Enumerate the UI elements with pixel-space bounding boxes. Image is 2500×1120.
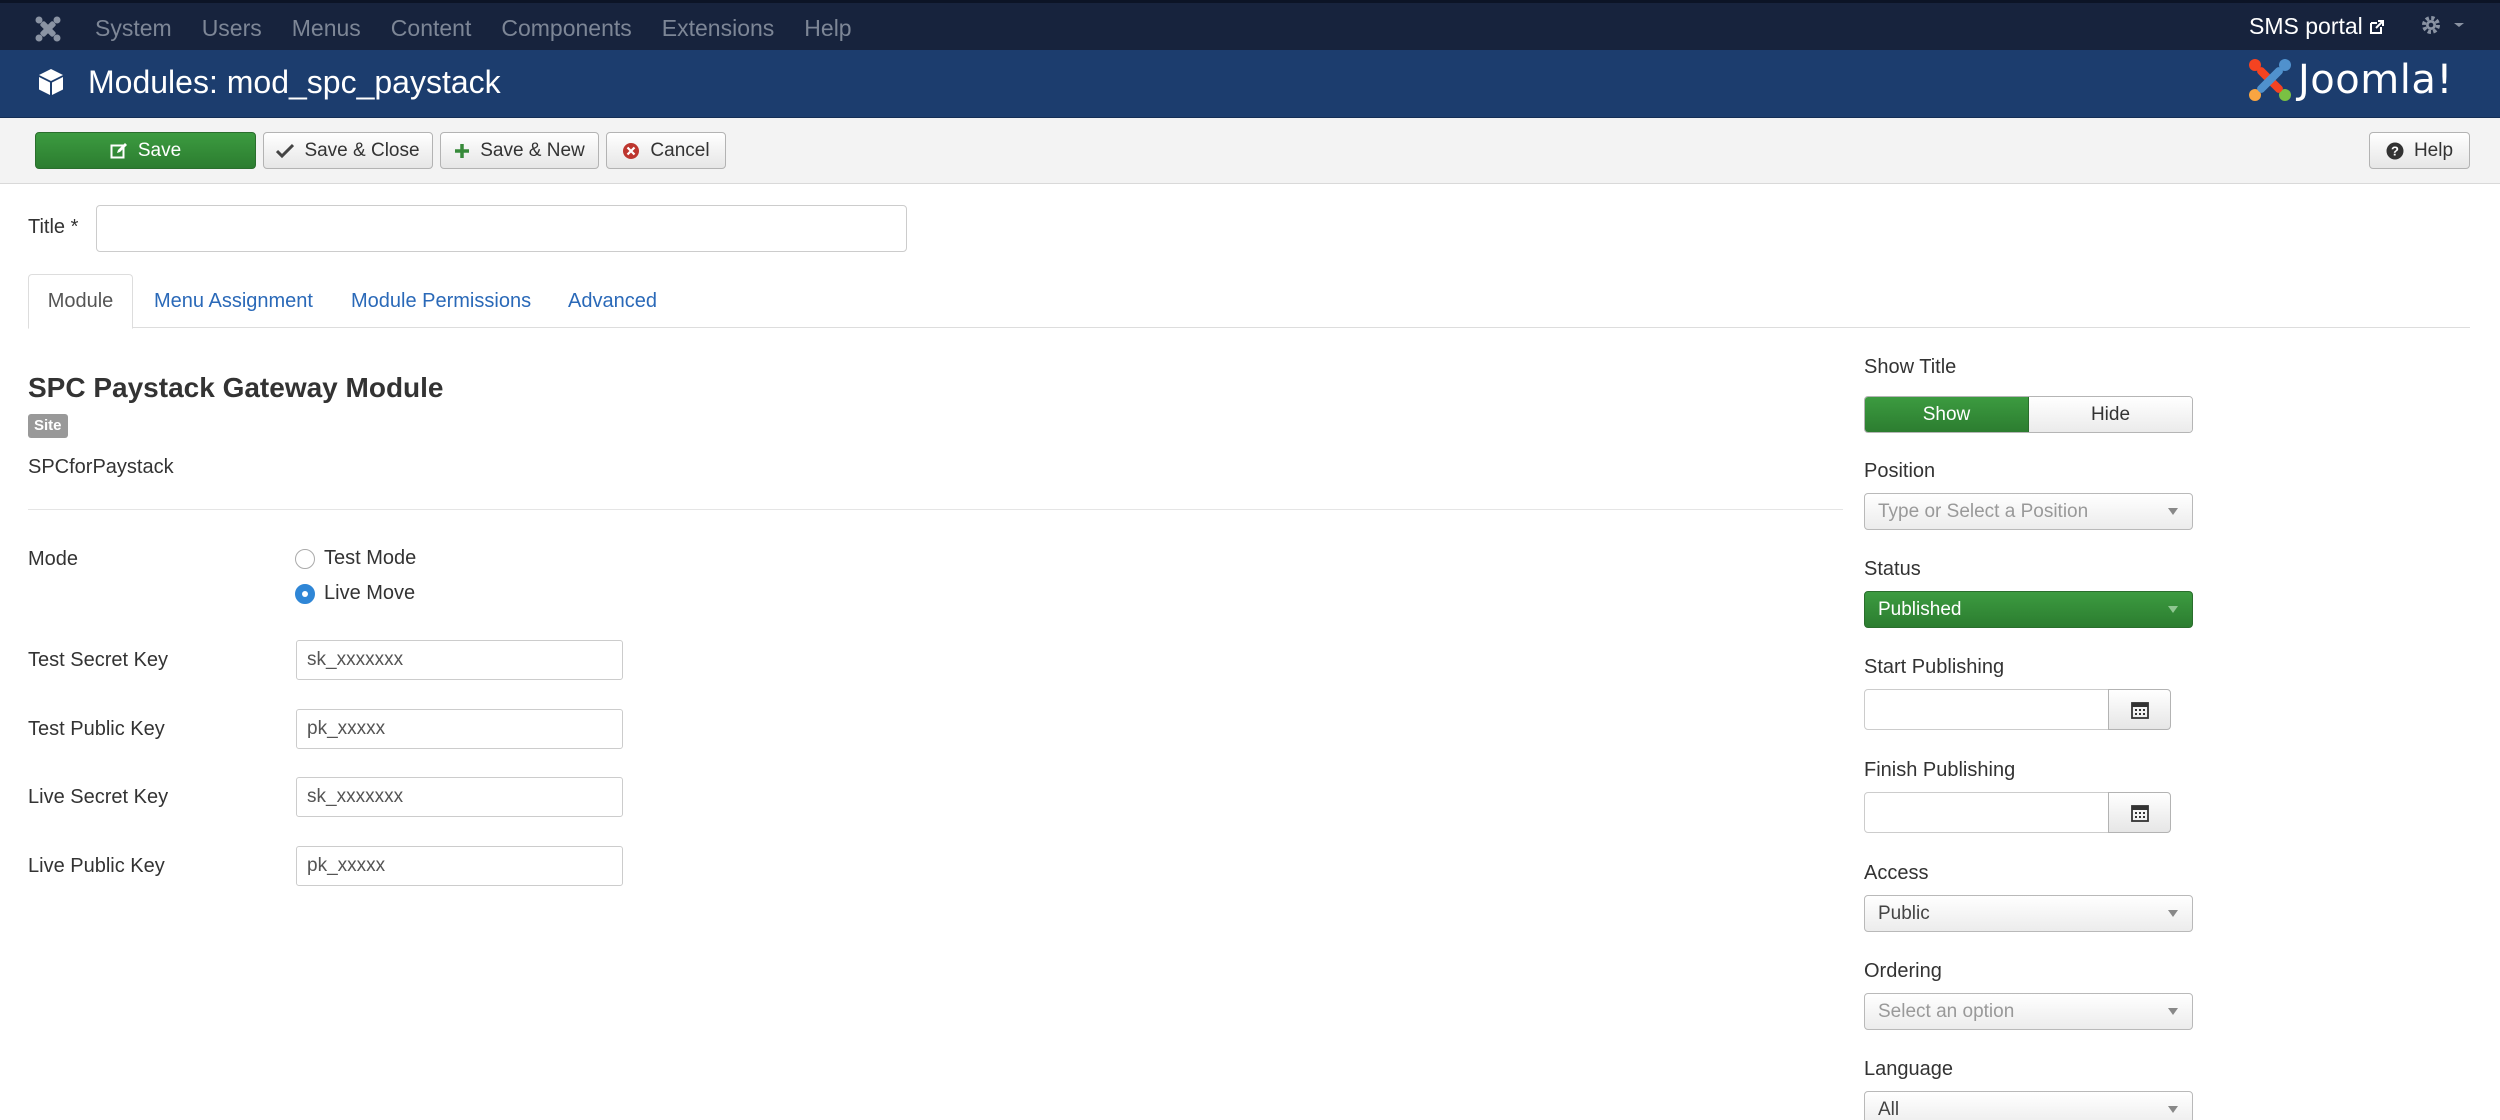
radio-unchecked[interactable] <box>295 548 315 569</box>
question-circle-icon: ? <box>2386 142 2404 159</box>
save-close-label: Save & Close <box>304 139 420 161</box>
save-button[interactable]: Save <box>35 132 256 169</box>
caret-down-icon <box>2168 606 2178 613</box>
start-publishing-input[interactable] <box>1864 689 2109 730</box>
menu-system[interactable]: System <box>95 15 172 42</box>
status-select[interactable]: Published <box>1864 591 2193 628</box>
tab-advanced[interactable]: Advanced <box>568 274 657 329</box>
access-label: Access <box>1864 862 1929 884</box>
help-button[interactable]: ? Help <box>2369 132 2470 169</box>
save-close-button[interactable]: Save & Close <box>263 132 433 169</box>
language-value: All <box>1878 1098 1900 1120</box>
ordering-placeholder: Select an option <box>1878 1000 2015 1022</box>
site-badge: Site <box>28 414 68 438</box>
joomla-wordmark: Joomla! <box>2298 57 2453 103</box>
tab-menu-assignment[interactable]: Menu Assignment <box>154 274 313 329</box>
caret-down-icon <box>2168 1008 2178 1015</box>
calendar-icon <box>2130 804 2149 822</box>
caret-down-icon <box>2168 508 2178 515</box>
chevron-down-icon <box>2454 23 2464 27</box>
cube-icon <box>39 69 63 95</box>
live-public-key-label: Live Public Key <box>28 855 165 877</box>
menu-help[interactable]: Help <box>804 15 851 42</box>
save-label: Save <box>137 139 182 161</box>
settings-dropdown[interactable] <box>2420 14 2466 36</box>
show-title-label: Show Title <box>1864 356 1957 378</box>
finish-publishing-label: Finish Publishing <box>1864 759 2016 781</box>
cancel-circle-icon <box>623 142 640 159</box>
gear-icon <box>2422 16 2440 34</box>
finish-publishing-calendar-button[interactable] <box>2108 792 2171 833</box>
edit-icon <box>110 142 127 158</box>
caret-down-icon <box>2168 910 2178 917</box>
plus-icon <box>455 143 470 158</box>
show-button[interactable]: Show <box>1865 397 2029 432</box>
menu-users[interactable]: Users <box>202 15 262 42</box>
finish-publishing-input[interactable] <box>1864 792 2109 833</box>
position-select[interactable]: Type or Select a Position <box>1864 493 2193 530</box>
caret-down-icon <box>2168 1106 2178 1113</box>
top-navbar: System Users Menus Content Components Ex… <box>0 0 2500 50</box>
help-label: Help <box>2413 139 2454 161</box>
mode-option-live[interactable]: Live Move <box>295 582 415 605</box>
page-title: Modules: mod_spc_paystack <box>88 64 501 100</box>
start-publishing-label: Start Publishing <box>1864 656 2005 678</box>
menu-content[interactable]: Content <box>391 15 472 42</box>
site-link-label: SMS portal <box>2249 13 2363 39</box>
mode-option-test-label: Test Mode <box>324 547 417 569</box>
divider <box>28 509 1843 510</box>
test-secret-key-label: Test Secret Key <box>28 649 169 671</box>
test-public-key-label: Test Public Key <box>28 718 165 740</box>
cancel-label: Cancel <box>650 139 710 161</box>
checkmark-icon <box>276 143 295 158</box>
position-label: Position <box>1864 460 1936 482</box>
joomla-brand: Joomla! <box>2246 56 2453 104</box>
save-new-label: Save & New <box>480 139 585 161</box>
module-description: SPCforPaystack <box>28 456 174 478</box>
live-public-key-input[interactable] <box>296 846 623 886</box>
tab-module-permissions[interactable]: Module Permissions <box>351 274 531 329</box>
test-secret-key-input[interactable] <box>296 640 623 680</box>
tab-module[interactable]: Module <box>28 274 133 329</box>
hide-button[interactable]: Hide <box>2029 397 2192 432</box>
radio-checked[interactable] <box>295 583 315 604</box>
access-select[interactable]: Public <box>1864 895 2193 932</box>
start-publishing-calendar-button[interactable] <box>2108 689 2171 730</box>
svg-text:?: ? <box>2391 143 2399 158</box>
site-link[interactable]: SMS portal <box>2249 13 2385 40</box>
title-label: Title * <box>28 216 79 238</box>
ordering-label: Ordering <box>1864 960 1942 982</box>
menu-components[interactable]: Components <box>501 15 631 42</box>
joomla-logo-icon[interactable] <box>34 15 62 43</box>
title-input[interactable] <box>96 205 907 252</box>
position-placeholder: Type or Select a Position <box>1878 500 2089 522</box>
tab-bar: Module Menu Assignment Module Permission… <box>28 274 2470 329</box>
language-select[interactable]: All <box>1864 1091 2193 1120</box>
access-value: Public <box>1878 902 1930 924</box>
mode-label: Mode <box>28 548 79 570</box>
page-header: Modules: mod_spc_paystack Joomla! <box>0 50 2500 118</box>
test-public-key-input[interactable] <box>296 709 623 749</box>
ordering-select[interactable]: Select an option <box>1864 993 2193 1030</box>
status-value: Published <box>1878 598 1962 620</box>
live-secret-key-input[interactable] <box>296 777 623 817</box>
toolbar: Save Save & Close Save & New Cancel ? He… <box>0 118 2500 184</box>
cancel-button[interactable]: Cancel <box>606 132 726 169</box>
joomla-brand-icon <box>2249 59 2291 101</box>
status-label: Status <box>1864 558 1921 580</box>
live-secret-key-label: Live Secret Key <box>28 786 169 808</box>
menu-menus[interactable]: Menus <box>292 15 361 42</box>
module-heading: SPC Paystack Gateway Module <box>28 372 444 403</box>
calendar-icon <box>2130 701 2149 719</box>
external-link-icon <box>2369 19 2384 34</box>
top-menu: System Users Menus Content Components Ex… <box>95 3 882 53</box>
mode-option-test[interactable]: Test Mode <box>295 547 416 570</box>
menu-extensions[interactable]: Extensions <box>662 15 775 42</box>
mode-option-live-label: Live Move <box>324 582 416 604</box>
save-new-button[interactable]: Save & New <box>440 132 599 169</box>
show-title-toggle: Show Hide <box>1864 396 2193 433</box>
language-label: Language <box>1864 1058 1953 1080</box>
